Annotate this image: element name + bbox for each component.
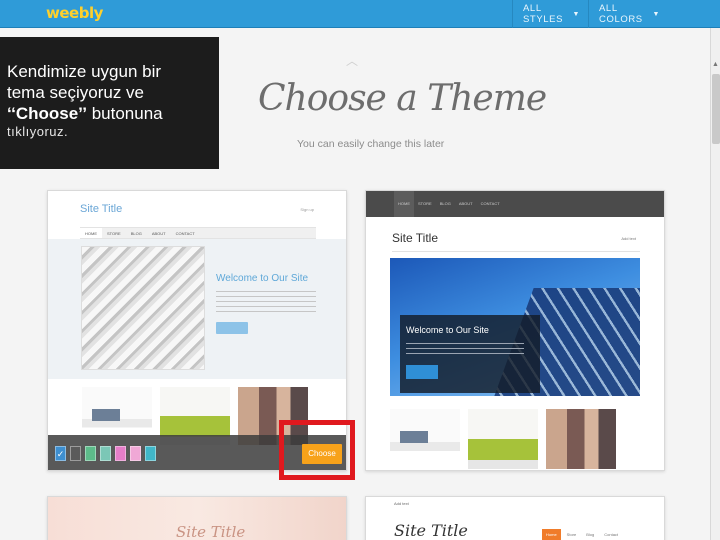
theme-nav-item: ABOUT (151, 231, 166, 236)
theme-gallery (390, 409, 640, 469)
color-swatch[interactable] (70, 446, 81, 461)
gallery-image (546, 409, 616, 469)
theme-hero: Welcome to Our Site (48, 239, 346, 379)
theme-signup-link: Sign up (300, 207, 314, 212)
theme-nav-item: BLOG (130, 231, 142, 236)
theme-body-text (406, 343, 524, 357)
gallery-image (468, 409, 538, 469)
theme-nav-item: Store (566, 532, 577, 537)
theme-nav-item: CONTACT (175, 231, 195, 236)
instruction-callout: Kendimize uygun bir tema seçiyoruz ve ‘‘… (0, 37, 219, 169)
color-swatch[interactable] (145, 446, 156, 461)
theme-add-text: Add text (621, 236, 636, 241)
choose-button-highlight (279, 420, 355, 480)
all-styles-dropdown[interactable]: ALL STYLES ▼ (512, 0, 590, 28)
callout-choose-word: ‘‘Choose’’ (7, 104, 87, 123)
divider (392, 251, 640, 252)
color-swatch-selected[interactable]: ✓ (55, 446, 66, 461)
chevron-up-icon[interactable]: ︿ (346, 52, 358, 69)
theme-body-text (216, 291, 316, 315)
callout-line: tıklıyoruz. (7, 124, 69, 139)
vertical-scrollbar[interactable]: ▲ (710, 28, 720, 540)
theme-nav-item: STORE (418, 201, 432, 206)
scroll-up-arrow-icon[interactable]: ▲ (712, 61, 719, 68)
gallery-image (390, 409, 460, 469)
weebly-logo[interactable]: weebly (46, 4, 103, 22)
theme-nav-item: Blog (586, 532, 595, 537)
theme-nav-item: CONTACT (480, 201, 500, 206)
color-swatch[interactable] (100, 446, 111, 461)
callout-line: tema seçiyoruz ve (7, 83, 144, 102)
theme-learn-more-button (216, 322, 248, 334)
theme-nav-item: HOME (80, 228, 102, 238)
callout-line: ‘‘Choose’’ butonuna (7, 103, 211, 124)
theme-nav: Home Store Blog Contact (542, 529, 622, 540)
all-styles-label: ALL STYLES (523, 3, 564, 25)
callout-text: Kendimize uygun bir tema seçiyoruz ve ‘‘… (7, 61, 211, 124)
theme-site-title: Site Title (392, 231, 439, 245)
theme-nav: HOME STORE BLOG ABOUT CONTACT (80, 227, 316, 239)
scrollbar-thumb[interactable] (712, 74, 720, 144)
theme-learn-more-button (406, 365, 438, 379)
callout-line: Kendimize uygun bir (7, 62, 162, 81)
theme-nav: HOME STORE BLOG ABOUT CONTACT (366, 191, 664, 217)
callout-line-rest: butonuna (86, 104, 163, 123)
theme-nav-item: STORE (107, 231, 121, 236)
all-colors-label: ALL COLORS (599, 3, 643, 25)
color-swatch[interactable] (130, 446, 141, 461)
theme-site-title: Site Title (176, 523, 246, 540)
theme-nav-item: Home (542, 529, 561, 540)
theme-hero-image: Welcome to Our Site (390, 258, 640, 396)
color-swatch[interactable] (85, 446, 96, 461)
theme-add-text: Add text (394, 501, 409, 506)
top-bar: weebly ALL STYLES ▼ ALL COLORS ▼ (0, 0, 720, 28)
theme-welcome-heading: Welcome to Our Site (216, 273, 309, 284)
color-swatch[interactable] (115, 446, 126, 461)
caret-down-icon: ▼ (572, 10, 580, 18)
theme-site-title: Site Title (394, 521, 468, 540)
caret-down-icon: ▼ (652, 10, 660, 18)
all-colors-dropdown[interactable]: ALL COLORS ▼ (588, 0, 666, 28)
theme-nav-item: HOME (394, 191, 414, 217)
theme-nav-item: ABOUT (458, 201, 473, 206)
theme-welcome-heading: Welcome to Our Site (406, 325, 489, 335)
theme-card-4[interactable]: Add text Site Title Home Store Blog Cont… (365, 496, 665, 540)
theme-card-2[interactable]: HOME STORE BLOG ABOUT CONTACT Site Title… (365, 190, 665, 471)
theme-nav-item: Contact (604, 532, 619, 537)
theme-site-title: Site Title (80, 203, 123, 215)
page-subtitle: You can easily change this later (297, 138, 445, 150)
theme-nav-item: BLOG (439, 201, 451, 206)
page-title: Choose a Theme (258, 78, 547, 119)
page: weebly ALL STYLES ▼ ALL COLORS ▼ ▲ ︿ Cho… (0, 0, 720, 540)
theme-card-3[interactable]: Site Title (47, 496, 347, 540)
theme-hero-image (82, 247, 204, 369)
